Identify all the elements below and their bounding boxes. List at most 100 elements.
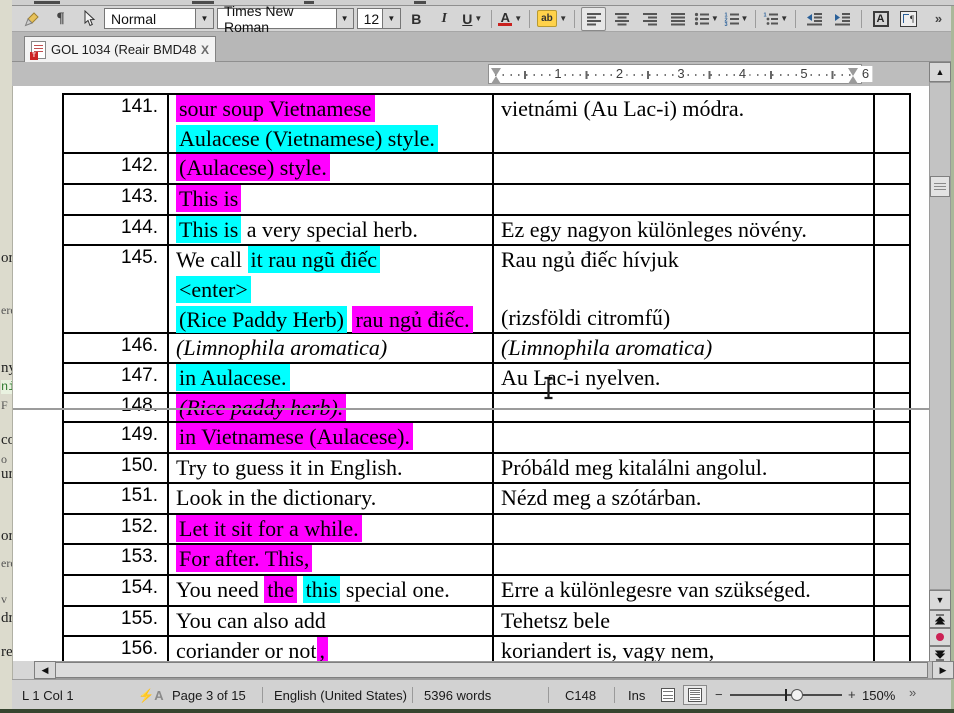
clone-formatting-button[interactable] <box>20 7 45 31</box>
bullet-list-button[interactable]: ▼ <box>693 7 720 31</box>
scroll-left-button[interactable]: ◀ <box>34 661 56 679</box>
document-tab[interactable]: T GOL 1034 (Reair BMD48... X <box>24 36 216 62</box>
row-number-cell[interactable]: 154. <box>64 576 167 605</box>
row-number-cell[interactable]: 153. <box>64 545 167 574</box>
increase-indent-button[interactable] <box>830 7 855 31</box>
source-text-cell[interactable]: in Vietnamese (Aulacese). <box>167 423 492 452</box>
margin-cell[interactable] <box>873 607 909 635</box>
tab-close-icon[interactable]: X <box>201 43 209 57</box>
translation-text-cell[interactable]: Tehetsz bele <box>492 607 873 635</box>
row-number-cell[interactable]: 146. <box>64 334 167 362</box>
page-formatting-button[interactable]: ¶ <box>896 7 921 31</box>
source-text-cell[interactable]: Look in the dictionary. <box>167 484 492 513</box>
insert-mode-status[interactable]: Ins <box>628 688 645 703</box>
source-text-cell[interactable]: (Limnophila aromatica) <box>167 334 492 362</box>
zoom-level-status[interactable]: 150% <box>862 688 895 703</box>
chevron-down-icon[interactable]: ▼ <box>559 14 567 23</box>
source-text-cell[interactable]: This is a very special herb. <box>167 216 492 244</box>
margin-cell[interactable] <box>873 484 909 513</box>
decrease-indent-button[interactable] <box>802 7 827 31</box>
row-number-cell[interactable]: 145. <box>64 246 167 332</box>
toolbar-overflow-button[interactable]: » <box>926 7 951 31</box>
margin-cell[interactable] <box>873 216 909 244</box>
source-text-cell[interactable]: This is <box>167 185 492 214</box>
margin-cell[interactable] <box>873 334 909 362</box>
source-text-cell[interactable]: coriander or not, <box>167 637 492 661</box>
row-number-cell[interactable]: 151. <box>64 484 167 513</box>
translation-text-cell[interactable] <box>492 185 873 214</box>
row-number-cell[interactable]: 156. <box>64 637 167 661</box>
translation-text-cell[interactable]: Nézd meg a szótárban. <box>492 484 873 513</box>
numbered-list-button[interactable]: 123 ▼ <box>723 7 750 31</box>
margin-cell[interactable] <box>873 515 909 543</box>
vertical-scrollbar-thumb[interactable] <box>930 176 950 197</box>
selection-mode-button[interactable] <box>76 7 101 31</box>
word-count-status[interactable]: 5396 words <box>424 688 491 703</box>
translation-text-cell[interactable] <box>492 545 873 574</box>
zoom-slider-thumb[interactable] <box>791 689 803 701</box>
formatting-marks-button[interactable]: ¶ <box>48 7 73 31</box>
scroll-up-button[interactable]: ▲ <box>929 62 951 82</box>
translation-text-cell[interactable] <box>492 515 873 543</box>
translation-text-cell[interactable]: (Limnophila aromatica) <box>492 334 873 362</box>
row-number-cell[interactable]: 142. <box>64 154 167 183</box>
translation-text-cell[interactable]: vietnámi (Au Lac-i) módra. <box>492 95 873 152</box>
source-text-cell[interactable]: You can also add <box>167 607 492 635</box>
source-text-cell[interactable]: Let it sit for a while. <box>167 515 492 543</box>
chevron-down-icon[interactable]: ▼ <box>474 14 482 23</box>
multi-page-view-button[interactable] <box>683 685 707 705</box>
indent-marker-left-bottom[interactable] <box>491 76 501 84</box>
margin-cell[interactable] <box>873 637 909 661</box>
align-left-button[interactable] <box>581 7 606 31</box>
chevron-down-icon[interactable]: ▼ <box>382 9 400 28</box>
underline-button[interactable]: U▼ <box>460 7 485 31</box>
chevron-down-icon[interactable]: ▼ <box>514 14 522 23</box>
translation-text-cell[interactable]: Ez egy nagyon különleges növény. <box>492 216 873 244</box>
align-center-button[interactable] <box>609 7 634 31</box>
source-text-cell[interactable]: You need the this special one. <box>167 576 492 605</box>
text-box-button[interactable]: A <box>868 7 893 31</box>
document-canvas[interactable]: 141.sour soup VietnameseAulacese (Vietna… <box>13 86 929 661</box>
margin-cell[interactable] <box>873 423 909 452</box>
source-text-cell[interactable]: For after. This, <box>167 545 492 574</box>
font-name-select[interactable]: Times New Roman ▼ <box>217 8 354 29</box>
outline-list-button[interactable]: 1 ▼ <box>762 7 789 31</box>
margin-cell[interactable] <box>873 454 909 482</box>
margin-cell[interactable] <box>873 364 909 392</box>
highlight-color-button[interactable]: ab ▼ <box>536 7 568 31</box>
translation-text-cell[interactable]: Erre a különlegesre van szükséged. <box>492 576 873 605</box>
margin-cell[interactable] <box>873 154 909 183</box>
scroll-down-button[interactable]: ▼ <box>929 590 951 610</box>
chevron-down-icon[interactable]: ▼ <box>780 14 788 23</box>
source-text-cell[interactable]: (Aulacese) style. <box>167 154 492 183</box>
margin-cell[interactable] <box>873 246 909 332</box>
row-number-cell[interactable]: 143. <box>64 185 167 214</box>
table-cell-status[interactable]: C148 <box>565 688 596 703</box>
chevron-down-icon[interactable]: ▼ <box>195 9 213 28</box>
zoom-out-button[interactable]: − <box>715 687 723 702</box>
align-right-button[interactable] <box>637 7 662 31</box>
translation-text-cell[interactable] <box>492 423 873 452</box>
source-text-cell[interactable]: Try to guess it in English. <box>167 454 492 482</box>
font-color-button[interactable]: A ▼ <box>498 7 523 31</box>
row-number-cell[interactable]: 149. <box>64 423 167 452</box>
row-number-cell[interactable]: 152. <box>64 515 167 543</box>
chevron-down-icon[interactable]: ▼ <box>711 14 719 23</box>
language-status[interactable]: English (United States) <box>274 688 407 703</box>
translation-text-cell[interactable]: Rau ngủ điếc hívjuk(rizsföldi citromfű) <box>492 246 873 332</box>
translation-text-cell[interactable] <box>492 154 873 183</box>
row-number-cell[interactable]: 150. <box>64 454 167 482</box>
horizontal-ruler[interactable]: 123456 <box>488 64 862 84</box>
justify-button[interactable] <box>665 7 690 31</box>
row-number-cell[interactable]: 144. <box>64 216 167 244</box>
single-page-view-button[interactable] <box>656 685 680 705</box>
chevron-down-icon[interactable]: ▼ <box>336 9 353 28</box>
paragraph-style-select[interactable]: Normal ▼ <box>104 8 214 29</box>
italic-button[interactable]: I <box>432 7 457 31</box>
margin-cell[interactable] <box>873 545 909 574</box>
row-number-cell[interactable]: 155. <box>64 607 167 635</box>
vertical-scrollbar-track[interactable] <box>929 82 951 590</box>
chevron-down-icon[interactable]: ▼ <box>741 14 749 23</box>
horizontal-scrollbar-thumb[interactable] <box>55 662 928 678</box>
autocorrect-status[interactable]: ⚡A <box>138 688 164 704</box>
